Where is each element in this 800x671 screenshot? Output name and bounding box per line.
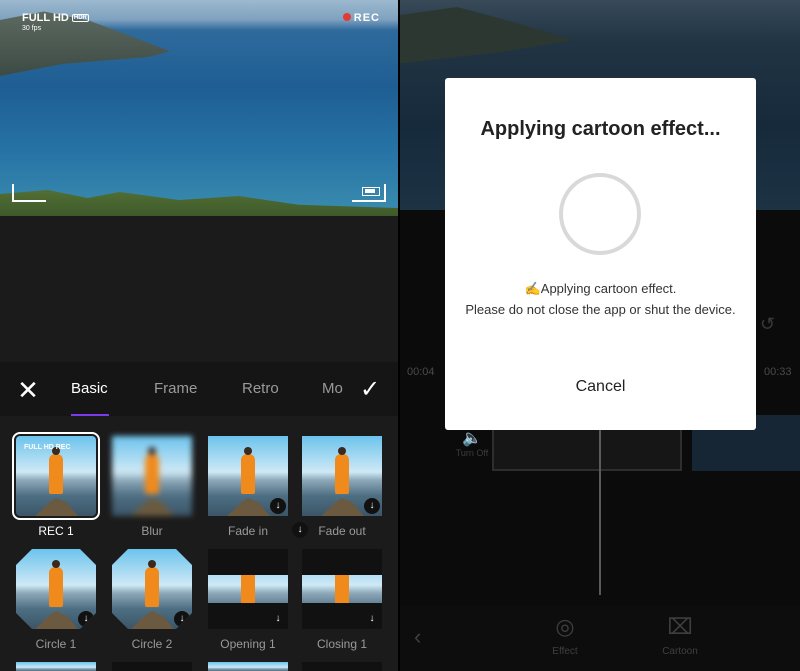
rec-dot-icon (342, 13, 351, 21)
effect-tabbar: ✕ Basic Frame Retro Mo ✓ (0, 362, 398, 416)
video-preview: FULL HD HDR 30 fps REC (0, 0, 398, 216)
download-icon[interactable]: ↓ (364, 611, 380, 627)
cartoon-tool[interactable]: ⌧ Cartoon (650, 614, 710, 657)
effect-tile[interactable]: ↓ Circle 2 (112, 549, 192, 651)
tab-more[interactable]: Mo (322, 380, 343, 397)
effect-tile[interactable]: FULL HD REC REC 1 (12, 432, 100, 538)
effects-grid: FULL HD REC REC 1 ↓ Blur ↓ Fade in ↓ Fad… (0, 418, 398, 671)
effect-label: Fade out (318, 524, 366, 538)
effect-tile[interactable]: ↓ Circle 1 (16, 549, 96, 651)
cancel-button[interactable]: Cancel (445, 378, 756, 396)
effect-thumbnail (302, 662, 382, 671)
audio-toggle[interactable]: 🔈 Turn Off (452, 428, 492, 458)
effect-thumbnail: ↓ (302, 436, 382, 516)
loading-spinner-icon (559, 173, 641, 255)
battery-icon (362, 187, 380, 196)
rec-overlay-text: FULL HD REC (24, 444, 71, 451)
effect-thumbnail: ↓ (112, 549, 192, 629)
dialog-message-line: ✍Applying cartoon effect. (524, 281, 677, 296)
cartoon-icon: ⌧ (667, 614, 693, 639)
effect-label: Circle 2 (131, 637, 173, 651)
frame-corner-icon (12, 184, 46, 202)
close-icon[interactable]: ✕ (14, 376, 42, 404)
tab-basic[interactable]: Basic (71, 380, 108, 397)
effect-label: Fade in (227, 524, 269, 538)
effect-tile[interactable]: ↓ Closing 1 (302, 549, 382, 651)
effect-label: Circle 1 (35, 637, 77, 651)
effect-tile[interactable]: ↓ Opening 1 (208, 549, 288, 651)
editor-toolbar (400, 606, 800, 671)
hud-fps: 30 fps (22, 25, 42, 32)
effects-panel: FULL HD HDR 30 fps REC ✕ Basic Frame Retr… (0, 0, 398, 671)
effect-thumbnail: ↓ (302, 549, 382, 629)
tab-retro[interactable]: Retro (242, 380, 279, 397)
dialog-message-line: Please do not close the app or shut the … (465, 302, 736, 317)
effect-label: Blur (141, 524, 163, 538)
confirm-check-icon[interactable]: ✓ (356, 376, 384, 404)
back-chevron-icon[interactable]: ‹ (414, 624, 421, 650)
download-icon[interactable]: ↓ (270, 611, 286, 627)
effect-thumbnail (112, 662, 192, 671)
effect-thumbnail (208, 662, 288, 671)
download-icon[interactable]: ↓ (270, 498, 286, 514)
active-tab-indicator (71, 414, 109, 416)
effect-thumbnail: ↓ (208, 436, 288, 516)
download-icon[interactable]: ↓ (174, 611, 190, 627)
download-icon[interactable]: ↓ (292, 522, 308, 538)
effect-label: Opening 1 (220, 637, 276, 651)
effect-thumbnail: FULL HD REC (12, 432, 100, 520)
effect-thumbnail (112, 436, 192, 516)
effect-label: Closing 1 (316, 637, 368, 651)
effect-tool[interactable]: ◎ Effect (535, 614, 595, 657)
speaker-icon: 🔈 (462, 430, 482, 447)
rec-indicator: REC (342, 12, 380, 24)
hud-quality: FULL HD HDR (22, 12, 89, 24)
progress-dialog: Applying cartoon effect... ✍Applying car… (445, 78, 756, 430)
download-icon[interactable]: ↓ (364, 498, 380, 514)
dialog-message: ✍Applying cartoon effect. Please do not … (465, 278, 736, 320)
download-icon[interactable]: ↓ (78, 611, 94, 627)
undo-icon[interactable]: ↺ (760, 314, 775, 335)
effect-thumbnail (16, 662, 96, 671)
effect-tile[interactable]: ↓ Blur (112, 436, 308, 538)
preview-shore (0, 190, 398, 216)
timeline-clip[interactable] (492, 425, 682, 471)
tab-frame[interactable]: Frame (154, 380, 197, 397)
playhead[interactable] (599, 415, 601, 595)
hdr-badge: HDR (71, 14, 89, 22)
effect-label: REC 1 (38, 524, 74, 538)
effect-tile[interactable]: ↓ Fade out (302, 436, 382, 538)
effect-thumbnail: ↓ (16, 549, 96, 629)
dialog-title: Applying cartoon effect... (480, 118, 721, 140)
timeline-start-time: 00:04 (407, 366, 435, 378)
timeline-end-time: 00:33 (764, 366, 792, 378)
effect-icon: ◎ (555, 614, 575, 639)
effect-tile[interactable]: ↓ Fade in (208, 436, 288, 538)
effect-thumbnail: ↓ (208, 549, 288, 629)
